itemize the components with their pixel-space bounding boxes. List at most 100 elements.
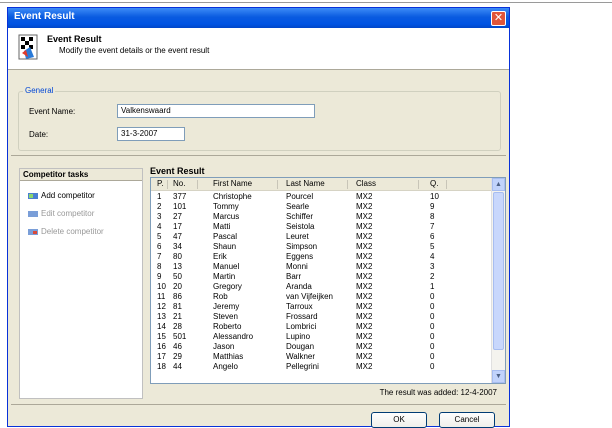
close-button[interactable]: ✕ bbox=[491, 11, 506, 26]
table-row[interactable]: 1 377 Christophe Pourcel MX2 10 bbox=[151, 192, 491, 202]
column-header-number[interactable]: No. bbox=[173, 179, 185, 188]
scroll-up-button[interactable]: ▲ bbox=[492, 178, 505, 191]
section-divider bbox=[11, 155, 506, 156]
table-cell: 47 bbox=[173, 232, 182, 241]
table-cell: 0 bbox=[430, 332, 435, 341]
table-cell: Angelo bbox=[213, 362, 238, 371]
column-header-qualification[interactable]: Q. bbox=[430, 179, 438, 188]
result-added-status: The result was added: 12-4-2007 bbox=[379, 388, 497, 397]
table-cell: 13 bbox=[157, 312, 166, 321]
table-cell: 15 bbox=[157, 332, 166, 341]
table-cell: Steven bbox=[213, 312, 238, 321]
table-row[interactable]: 15 501 Alessandro Lupino MX2 0 bbox=[151, 332, 491, 342]
table-cell: Roberto bbox=[213, 322, 242, 331]
table-cell: 0 bbox=[430, 302, 435, 311]
table-row[interactable]: 16 46 Jason Dougan MX2 0 bbox=[151, 342, 491, 352]
table-cell: Pourcel bbox=[286, 192, 314, 201]
table-row[interactable]: 13 21 Steven Frossard MX2 0 bbox=[151, 312, 491, 322]
delete-competitor-link[interactable]: Delete competitor bbox=[28, 227, 104, 239]
add-competitor-label: Add competitor bbox=[41, 191, 95, 200]
table-cell: Pascal bbox=[213, 232, 238, 241]
column-header-position[interactable]: P. bbox=[157, 179, 164, 188]
table-cell: Schiffer bbox=[286, 212, 313, 221]
general-group: General Event Name: Valkenswaard Date: 3… bbox=[18, 86, 501, 151]
table-cell: 377 bbox=[173, 192, 187, 201]
table-cell: Christophe bbox=[213, 192, 252, 201]
table-row[interactable]: 6 34 Shaun Simpson MX2 5 bbox=[151, 242, 491, 252]
table-cell: Erik bbox=[213, 252, 227, 261]
table-cell: 17 bbox=[157, 352, 166, 361]
edit-competitor-link[interactable]: Edit competitor bbox=[28, 209, 94, 221]
table-cell: 21 bbox=[173, 312, 182, 321]
table-cell: 0 bbox=[430, 352, 435, 361]
table-row[interactable]: 9 50 Martin Barr MX2 2 bbox=[151, 272, 491, 282]
vertical-scrollbar[interactable]: ▲ ▼ bbox=[491, 178, 505, 383]
table-cell: 50 bbox=[173, 272, 182, 281]
table-cell: MX2 bbox=[356, 262, 373, 271]
table-header: P. No. First Name Last Name Class Q. bbox=[151, 178, 491, 191]
table-cell: MX2 bbox=[356, 322, 373, 331]
column-header-class[interactable]: Class bbox=[356, 179, 376, 188]
table-cell: MX2 bbox=[356, 202, 373, 211]
table-row[interactable]: 7 80 Erik Eggens MX2 4 bbox=[151, 252, 491, 262]
table-cell: 0 bbox=[430, 362, 435, 371]
table-cell: Alessandro bbox=[213, 332, 254, 341]
ok-button[interactable]: OK bbox=[371, 412, 427, 428]
table-cell: 10 bbox=[157, 282, 166, 291]
table-row[interactable]: 11 86 Rob van Vijfeijken MX2 0 bbox=[151, 292, 491, 302]
table-cell: MX2 bbox=[356, 332, 373, 341]
table-cell: Seistola bbox=[286, 222, 315, 231]
result-table[interactable]: P. No. First Name Last Name Class Q. 1 3 7… bbox=[150, 177, 506, 384]
column-divider bbox=[277, 180, 278, 189]
table-cell: Walkner bbox=[286, 352, 316, 361]
table-cell: Dougan bbox=[286, 342, 315, 351]
table-row[interactable]: 8 13 Manuel Monni MX2 3 bbox=[151, 262, 491, 272]
table-cell: Aranda bbox=[286, 282, 312, 291]
table-cell: 0 bbox=[430, 312, 435, 321]
scroll-down-button[interactable]: ▼ bbox=[492, 370, 505, 383]
table-row[interactable]: 12 81 Jeremy Tarroux MX2 0 bbox=[151, 302, 491, 312]
table-cell: 28 bbox=[173, 322, 182, 331]
table-cell: van Vijfeijken bbox=[286, 292, 333, 301]
table-cell: 101 bbox=[173, 202, 187, 211]
table-row[interactable]: 3 27 Marcus Schiffer MX2 8 bbox=[151, 212, 491, 222]
table-cell: 17 bbox=[173, 222, 182, 231]
table-cell: MX2 bbox=[356, 352, 373, 361]
table-row[interactable]: 17 29 Matthias Walkner MX2 0 bbox=[151, 352, 491, 362]
table-cell: MX2 bbox=[356, 342, 373, 351]
table-row[interactable]: 5 47 Pascal Leuret MX2 6 bbox=[151, 232, 491, 242]
table-cell: 9 bbox=[430, 202, 435, 211]
table-row[interactable]: 10 20 Gregory Aranda MX2 1 bbox=[151, 282, 491, 292]
table-cell: 6 bbox=[430, 232, 435, 241]
close-icon: ✕ bbox=[493, 12, 504, 24]
table-cell: 10 bbox=[430, 192, 439, 201]
scroll-thumb[interactable] bbox=[493, 192, 504, 350]
table-cell: MX2 bbox=[356, 312, 373, 321]
title-bar[interactable]: Event Result ✕ bbox=[8, 8, 509, 28]
date-field[interactable]: 31-3-2007 bbox=[117, 127, 185, 141]
table-cell: 44 bbox=[173, 362, 182, 371]
table-cell: 86 bbox=[173, 292, 182, 301]
table-cell: 2 bbox=[430, 272, 435, 281]
table-row[interactable]: 4 17 Matti Seistola MX2 7 bbox=[151, 222, 491, 232]
cancel-button[interactable]: Cancel bbox=[439, 412, 495, 428]
column-header-first-name[interactable]: First Name bbox=[213, 179, 252, 188]
table-cell: 8 bbox=[430, 212, 435, 221]
table-cell: Barr bbox=[286, 272, 302, 281]
dialog-header: Event Result Modify the event details or… bbox=[8, 28, 509, 70]
table-cell: 20 bbox=[173, 282, 182, 291]
event-name-field[interactable]: Valkenswaard bbox=[117, 104, 315, 118]
table-cell: Manuel bbox=[213, 262, 240, 271]
table-row[interactable]: 18 44 Angelo Pellegrini MX2 0 bbox=[151, 362, 491, 372]
table-cell: Lombrici bbox=[286, 322, 317, 331]
table-row[interactable]: 14 28 Roberto Lombrici MX2 0 bbox=[151, 322, 491, 332]
flag-document-icon bbox=[18, 34, 38, 60]
column-header-last-name[interactable]: Last Name bbox=[286, 179, 325, 188]
table-cell: 16 bbox=[157, 342, 166, 351]
table-cell: MX2 bbox=[356, 212, 373, 221]
table-row[interactable]: 2 101 Tommy Searle MX2 9 bbox=[151, 202, 491, 212]
column-divider bbox=[446, 180, 447, 189]
table-cell: 11 bbox=[157, 292, 166, 301]
add-competitor-link[interactable]: Add competitor bbox=[28, 191, 95, 203]
add-user-icon bbox=[28, 192, 38, 200]
